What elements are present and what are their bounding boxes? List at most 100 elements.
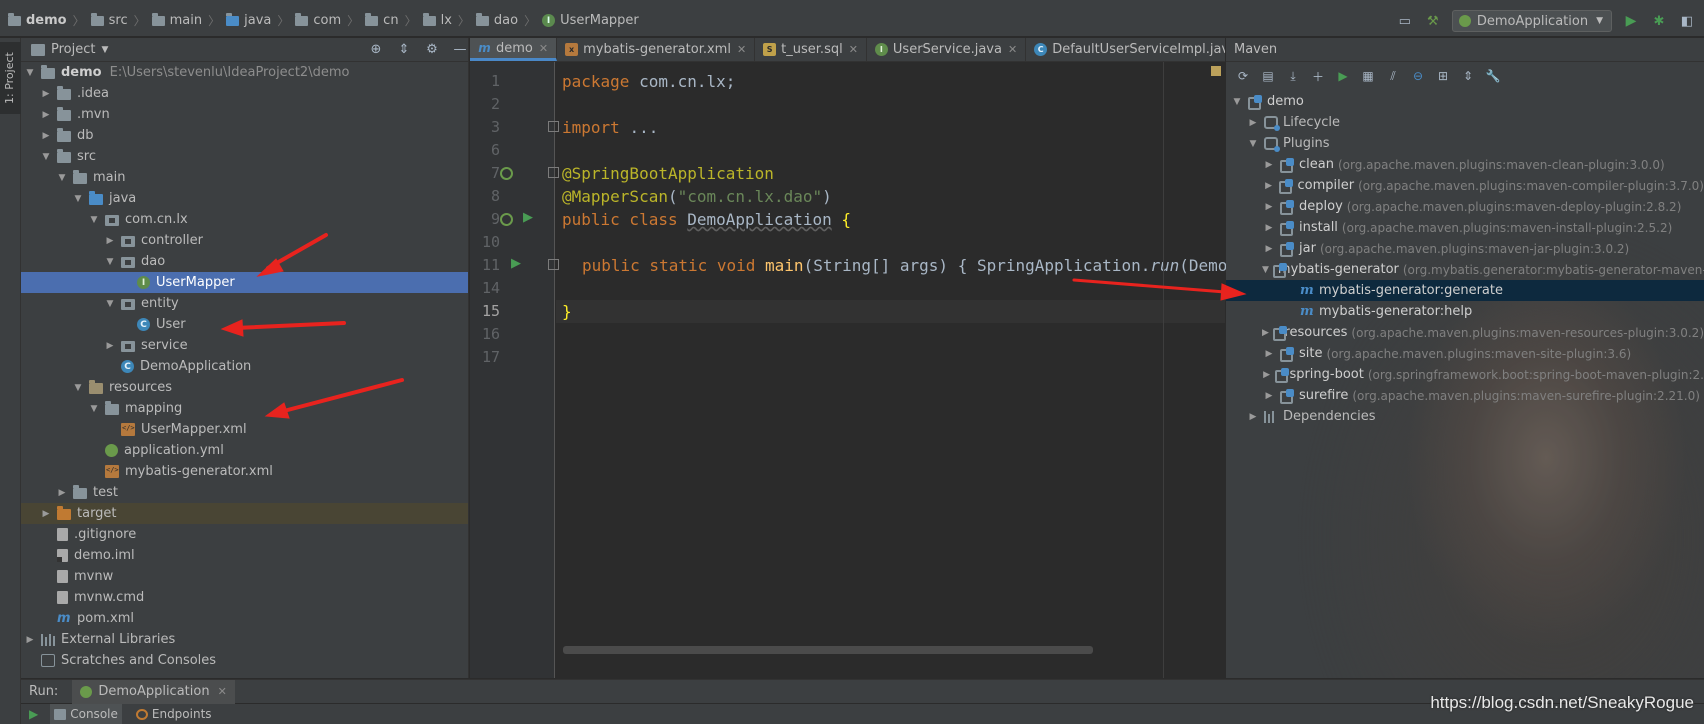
tree-item-demoapplication[interactable]: C DemoApplication — [21, 356, 468, 377]
expanded-arrow-icon[interactable]: ▼ — [1230, 97, 1244, 107]
breadcrumb-item-src[interactable]: src 〉 — [90, 12, 146, 29]
run-configuration-dropdown[interactable]: DemoApplication ▼ — [1451, 10, 1612, 32]
breadcrumb-item-com[interactable]: com 〉 — [295, 12, 359, 29]
collapse-all-icon[interactable]: ⇕ — [1459, 67, 1477, 85]
tree-item-usermapper[interactable]: I UserMapper — [21, 272, 468, 293]
tree-item-demo[interactable]: ▼ demo E:\Users\stevenlu\IdeaProject2\demo — [21, 62, 468, 83]
maven-goal-mybatis-generator-help[interactable]: m mybatis-generator:help — [1226, 301, 1704, 322]
maven-plugin-jar[interactable]: ▶ jar (org.apache.maven.plugins:maven-jar-… — [1226, 238, 1704, 259]
tree-item-usermapper-xml[interactable]: UserMapper.xml — [21, 419, 468, 440]
breadcrumb-item-lx[interactable]: lx 〉 — [422, 12, 470, 29]
run-gutter-icon[interactable]: ▶ — [523, 210, 533, 225]
add-icon[interactable]: ＋ — [1309, 67, 1327, 85]
tree-item-com-cn-lx[interactable]: ▼ com.cn.lx — [21, 209, 468, 230]
collapsed-arrow-icon[interactable]: ▶ — [1262, 370, 1271, 380]
expanded-arrow-icon[interactable]: ▼ — [1246, 139, 1260, 149]
tree-item-pom-xml[interactable]: m pom.xml — [21, 608, 468, 629]
skip-tests-icon[interactable]: ⊖ — [1409, 67, 1427, 85]
collapsed-arrow-icon[interactable]: ▶ — [1262, 349, 1276, 359]
breadcrumb-item-demo[interactable]: demo 〉 — [8, 12, 85, 29]
tab-mybatis-generator-xml[interactable]: x mybatis-generator.xml ✕ — [557, 38, 756, 61]
collapsed-arrow-icon[interactable]: ▶ — [103, 236, 117, 246]
coverage-icon[interactable]: ◧ — [1678, 12, 1696, 30]
generate-sources-icon[interactable]: ▤ — [1259, 67, 1277, 85]
expanded-arrow-icon[interactable]: ▼ — [87, 404, 101, 414]
tab-userservice-java[interactable]: I UserService.java ✕ — [867, 38, 1027, 61]
maven-item-lifecycle[interactable]: ▶ Lifecycle — [1226, 112, 1704, 133]
run-tab-demoapplication[interactable]: DemoApplication ✕ — [72, 679, 235, 704]
run-icon[interactable]: ▶ — [1622, 12, 1640, 30]
maven-plugin-compiler[interactable]: ▶ compiler (org.apache.maven.plugins:maven… — [1226, 175, 1704, 196]
expanded-arrow-icon[interactable]: ▼ — [55, 173, 69, 183]
close-icon[interactable]: ✕ — [849, 43, 858, 56]
collapsed-arrow-icon[interactable]: ▶ — [1262, 160, 1276, 170]
build-hammer-icon[interactable]: ⚒ — [1424, 12, 1442, 30]
download-icon[interactable]: ⤓ — [1284, 67, 1302, 85]
project-structure-icon[interactable]: ▭ — [1396, 12, 1414, 30]
rerun-icon[interactable]: ▶ — [29, 707, 38, 721]
collapsed-arrow-icon[interactable]: ▶ — [1262, 223, 1276, 233]
maven-settings-wrench-icon[interactable]: 🔧 — [1484, 67, 1502, 85]
close-icon[interactable]: ✕ — [539, 42, 548, 55]
tree-item-gitignore[interactable]: .gitignore — [21, 524, 468, 545]
close-icon[interactable]: ✕ — [218, 685, 227, 698]
tree-item-main[interactable]: ▼ main — [21, 167, 468, 188]
expanded-arrow-icon[interactable]: ▼ — [39, 152, 53, 162]
collapsed-arrow-icon[interactable]: ▶ — [39, 110, 53, 120]
expanded-arrow-icon[interactable]: ▼ — [23, 68, 37, 78]
maven-plugin-site[interactable]: ▶ site (org.apache.maven.plugins:maven-sit… — [1226, 343, 1704, 364]
tree-item-user[interactable]: C User — [21, 314, 468, 335]
maven-plugin-mybatis-generator[interactable]: ▼ mybatis-generator (org.mybatis.generator… — [1226, 259, 1704, 280]
horizontal-scrollbar[interactable] — [563, 646, 1093, 654]
tree-item-scratches[interactable]: Scratches and Consoles — [21, 650, 468, 671]
toggle-offline-icon[interactable]: ⫽ — [1384, 67, 1402, 85]
tab-defaultuserserviceimpl-java[interactable]: CDefaultUserServiceImpl.java✕ — [1026, 38, 1225, 61]
collapsed-arrow-icon[interactable]: ▶ — [1262, 244, 1276, 254]
breadcrumb-item-dao[interactable]: dao 〉 — [475, 12, 536, 29]
breadcrumb-item-main[interactable]: main 〉 — [151, 12, 220, 29]
collapsed-arrow-icon[interactable]: ▶ — [1246, 412, 1260, 422]
tree-item-src[interactable]: ▼ src — [21, 146, 468, 167]
collapsed-arrow-icon[interactable]: ▶ — [103, 341, 117, 351]
gear-icon[interactable]: ⚙ — [424, 41, 440, 59]
spring-bean-icon[interactable] — [500, 167, 513, 180]
tree-item-service[interactable]: ▶ service — [21, 335, 468, 356]
collapse-all-icon[interactable]: ⇕ — [396, 41, 412, 59]
breadcrumb-item-java[interactable]: java 〉 — [226, 12, 289, 29]
run-gutter-icon[interactable]: ▶ — [511, 256, 521, 271]
tree-item-application-yml[interactable]: application.yml — [21, 440, 468, 461]
close-icon[interactable]: ✕ — [1008, 43, 1017, 56]
collapsed-arrow-icon[interactable]: ▶ — [1262, 391, 1276, 401]
tree-item-mvnw[interactable]: mvnw — [21, 566, 468, 587]
tab-console[interactable]: Console — [50, 704, 122, 724]
tree-item-db[interactable]: ▶ db — [21, 125, 468, 146]
tree-item-test[interactable]: ▶ test — [21, 482, 468, 503]
tab-t-user-sql[interactable]: St_user.sql ✕ — [755, 38, 867, 61]
minimize-icon[interactable]: — — [452, 41, 468, 59]
collapsed-arrow-icon[interactable]: ▶ — [55, 488, 69, 498]
maven-item-plugins[interactable]: ▼ Plugins — [1226, 133, 1704, 154]
breadcrumb-item-usermapper[interactable]: I UserMapper — [542, 13, 639, 28]
tree-item-mvnw-cmd[interactable]: mvnw.cmd — [21, 587, 468, 608]
maven-plugin-clean[interactable]: ▶ clean (org.apache.maven.plugins:maven-cl… — [1226, 154, 1704, 175]
tree-item-demo-iml[interactable]: demo.iml — [21, 545, 468, 566]
maven-plugin-spring-boot[interactable]: ▶ spring-boot (org.springframework.boot:sp… — [1226, 364, 1704, 385]
maven-plugin-surefire[interactable]: ▶ surefire (org.apache.maven.plugins:maven… — [1226, 385, 1704, 406]
maven-item-dependencies[interactable]: ▶ Dependencies — [1226, 406, 1704, 427]
expanded-arrow-icon[interactable]: ▼ — [71, 383, 85, 393]
tree-item-controller[interactable]: ▶ controller — [21, 230, 468, 251]
tree-item-mvn[interactable]: ▶ .mvn — [21, 104, 468, 125]
tree-item-target[interactable]: ▶ target — [21, 503, 468, 524]
collapsed-arrow-icon[interactable]: ▶ — [1262, 181, 1275, 191]
collapsed-arrow-icon[interactable]: ▶ — [39, 89, 53, 99]
execute-goal-icon[interactable]: ▦ — [1359, 67, 1377, 85]
collapsed-arrow-icon[interactable]: ▶ — [1262, 328, 1269, 338]
tab-endpoints[interactable]: Endpoints — [132, 704, 216, 724]
breadcrumb-item-cn[interactable]: cn 〉 — [365, 12, 417, 29]
tree-item-mybatis-generator-xml[interactable]: mybatis-generator.xml — [21, 461, 468, 482]
expanded-arrow-icon[interactable]: ▼ — [103, 257, 117, 267]
tree-item-java[interactable]: ▼ java — [21, 188, 468, 209]
expanded-arrow-icon[interactable]: ▼ — [87, 215, 101, 225]
project-view-selector[interactable]: Project — [51, 42, 95, 57]
maven-plugin-deploy[interactable]: ▶ deploy (org.apache.maven.plugins:maven-d… — [1226, 196, 1704, 217]
